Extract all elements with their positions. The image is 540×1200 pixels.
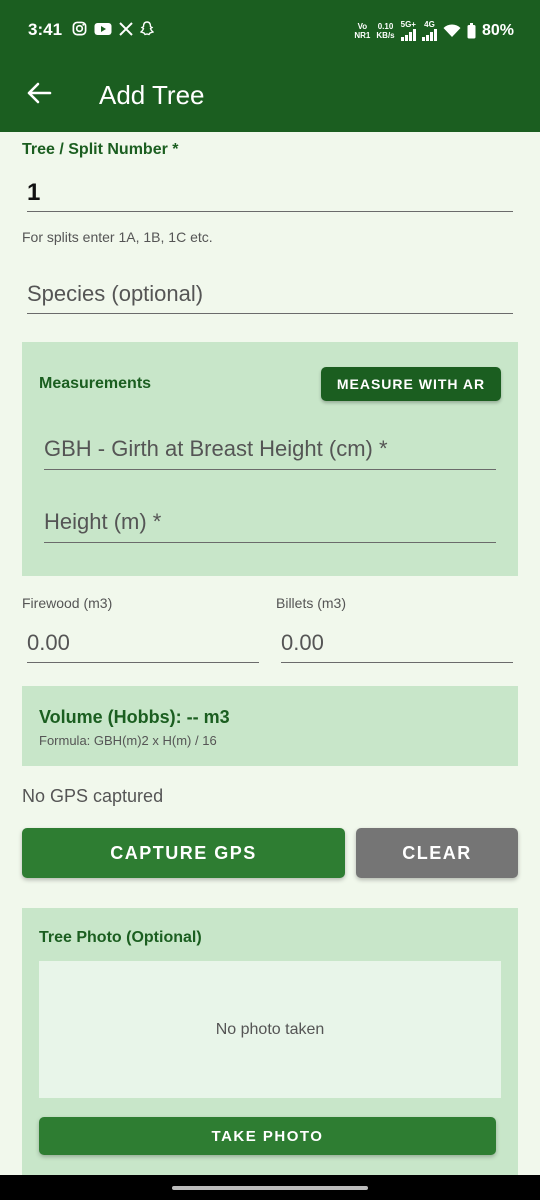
- measurements-title: Measurements: [39, 375, 152, 392]
- measure-with-ar-button[interactable]: MEASURE WITH AR: [321, 367, 501, 401]
- height-input[interactable]: Height (m) *: [44, 503, 496, 543]
- volte-indicator: Vo NR1: [354, 21, 371, 40]
- app-header: 3:41 Vo NR1 0.10 KB/s 5G+ 4G 80% Add Tre…: [0, 0, 540, 132]
- tree-photo-card: Tree Photo (Optional) No photo taken TAK…: [22, 908, 518, 1178]
- measurements-card: Measurements MEASURE WITH AR GBH - Girth…: [22, 342, 518, 576]
- status-app-icons: [72, 21, 154, 36]
- status-indicators: Vo NR1 0.10 KB/s 5G+ 4G 80%: [354, 20, 514, 41]
- signal-bars-icon: [400, 29, 416, 41]
- billets-input[interactable]: 0.00: [281, 625, 513, 663]
- take-photo-button[interactable]: TAKE PHOTO: [39, 1117, 496, 1155]
- capture-gps-button[interactable]: CAPTURE GPS: [22, 828, 345, 878]
- gps-status: No GPS captured: [22, 786, 164, 806]
- clear-gps-button[interactable]: CLEAR: [356, 828, 518, 878]
- gbh-input[interactable]: GBH - Girth at Breast Height (cm) *: [44, 430, 496, 470]
- wifi-icon: [443, 23, 461, 37]
- tree-number-label: Tree / Split Number *: [22, 141, 179, 158]
- instagram-icon: [72, 21, 87, 36]
- tree-number-helper: For splits enter 1A, 1B, 1C etc.: [22, 229, 213, 245]
- volume-formula: Formula: GBH(m)2 x H(m) / 16: [39, 733, 217, 748]
- network-speed: 0.10 KB/s: [376, 21, 395, 40]
- system-nav-bar: [0, 1175, 540, 1200]
- volume-card: Volume (Hobbs): -- m3 Formula: GBH(m)2 x…: [22, 686, 518, 766]
- volume-title: Volume (Hobbs): -- m3: [39, 707, 230, 727]
- x-icon: [119, 21, 133, 36]
- firewood-label: Firewood (m3): [22, 595, 113, 611]
- snapchat-icon: [140, 21, 154, 36]
- battery-icon: [467, 22, 476, 38]
- back-arrow-icon[interactable]: [24, 78, 54, 108]
- youtube-icon: [94, 22, 112, 35]
- tree-number-input[interactable]: 1: [27, 176, 513, 212]
- signal-4g: 4G: [421, 20, 437, 41]
- species-input[interactable]: Species (optional): [27, 276, 513, 314]
- home-gesture-handle[interactable]: [172, 1186, 368, 1190]
- tree-photo-title: Tree Photo (Optional): [39, 929, 202, 946]
- battery-percent: 80%: [481, 21, 514, 39]
- photo-placeholder: No photo taken: [39, 961, 501, 1098]
- status-time: 3:41: [28, 20, 63, 39]
- firewood-input[interactable]: 0.00: [27, 625, 259, 663]
- photo-placeholder-text: No photo taken: [215, 1020, 325, 1038]
- signal-bars-icon: [421, 29, 437, 41]
- billets-label: Billets (m3): [276, 595, 347, 611]
- page-title: Add Tree: [99, 80, 205, 110]
- signal-5g: 5G+: [400, 20, 416, 41]
